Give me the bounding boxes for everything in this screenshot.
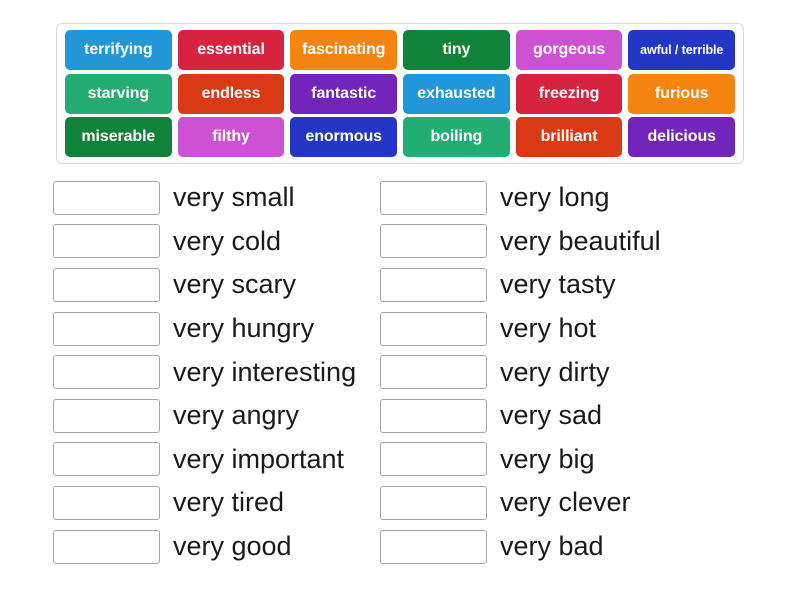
definition-label: very tired [173, 487, 285, 518]
drop-box[interactable] [380, 224, 487, 259]
drop-box[interactable] [53, 180, 160, 215]
word-tile[interactable]: awful / terrible [628, 30, 736, 70]
drop-box[interactable] [53, 485, 160, 520]
answer-row: very interesting [53, 350, 375, 394]
definition-label: very good [173, 531, 292, 562]
definition-label: very hungry [173, 313, 315, 344]
definition-label: very sad [500, 400, 603, 431]
drop-box[interactable] [53, 442, 160, 477]
answer-row: very small [53, 176, 375, 220]
definition-label: very dirty [500, 356, 610, 387]
answer-row: very tasty [380, 263, 750, 307]
definition-label: very beautiful [500, 225, 661, 256]
definition-label: very cold [173, 225, 282, 256]
definition-label: very hot [500, 313, 597, 344]
answer-row: very big [380, 438, 750, 482]
answer-row: very dirty [380, 350, 750, 394]
drop-box[interactable] [380, 355, 487, 390]
drop-box[interactable] [380, 180, 487, 215]
drop-box[interactable] [380, 442, 487, 477]
answer-row: very tired [53, 481, 375, 525]
word-tile[interactable]: exhausted [403, 73, 510, 114]
word-bank-row-3: miserable filthy enormous boiling brilli… [62, 117, 738, 157]
drop-box[interactable] [380, 485, 487, 520]
answer-row: very long [380, 176, 750, 220]
drop-box[interactable] [380, 311, 487, 346]
answer-columns: very small very cold very scary very hun… [0, 176, 800, 568]
word-tile[interactable]: brilliant [515, 117, 623, 157]
word-tile[interactable]: gorgeous [515, 30, 623, 70]
drop-box[interactable] [53, 529, 160, 564]
definition-label: very long [500, 182, 610, 213]
answer-row: very clever [380, 481, 750, 525]
word-tile[interactable]: fascinating [290, 30, 398, 70]
word-tile[interactable]: terrifying [65, 30, 172, 70]
answer-row: very important [53, 438, 375, 482]
definition-label: very big [500, 443, 595, 474]
word-tile[interactable]: delicious [628, 117, 736, 157]
answer-row: very hungry [53, 307, 375, 351]
definition-label: very scary [173, 269, 297, 300]
word-bank: terrifying essential fascinating tiny go… [56, 23, 744, 164]
word-tile[interactable]: starving [65, 73, 172, 114]
word-bank-row-2: starving endless fantastic exhausted fre… [62, 73, 738, 114]
answer-row: very bad [380, 525, 750, 569]
word-tile[interactable]: endless [177, 73, 285, 114]
definition-label: very interesting [173, 356, 357, 387]
answer-row: very hot [380, 307, 750, 351]
word-tile[interactable]: fantastic [290, 73, 398, 114]
drop-box[interactable] [380, 398, 487, 433]
drop-box[interactable] [53, 267, 160, 302]
drop-box[interactable] [380, 529, 487, 564]
word-tile[interactable]: miserable [65, 117, 172, 157]
answer-row: very beautiful [380, 220, 750, 264]
answer-row: very good [53, 525, 375, 569]
drop-box[interactable] [380, 267, 487, 302]
drop-box[interactable] [53, 355, 160, 390]
matching-exercise: terrifying essential fascinating tiny go… [0, 0, 800, 600]
answer-row: very sad [380, 394, 750, 438]
definition-label: very clever [500, 487, 631, 518]
drop-box[interactable] [53, 398, 160, 433]
answer-row: very scary [53, 263, 375, 307]
word-tile[interactable]: furious [628, 73, 736, 114]
word-tile[interactable]: essential [177, 30, 285, 70]
answer-row: very cold [53, 220, 375, 264]
word-bank-row-1: terrifying essential fascinating tiny go… [62, 30, 738, 70]
word-tile[interactable]: enormous [290, 117, 398, 157]
word-tile[interactable]: tiny [403, 30, 510, 70]
definition-label: very tasty [500, 269, 616, 300]
definition-label: very angry [173, 400, 300, 431]
definition-label: very bad [500, 531, 604, 562]
drop-box[interactable] [53, 224, 160, 259]
answer-column-right: very long very beautiful very tasty very… [375, 176, 750, 568]
word-tile[interactable]: filthy [177, 117, 285, 157]
definition-label: very important [173, 443, 345, 474]
word-tile[interactable]: freezing [515, 73, 623, 114]
drop-box[interactable] [53, 311, 160, 346]
answer-column-left: very small very cold very scary very hun… [0, 176, 375, 568]
answer-row: very angry [53, 394, 375, 438]
definition-label: very small [173, 182, 295, 213]
word-tile[interactable]: boiling [403, 117, 510, 157]
